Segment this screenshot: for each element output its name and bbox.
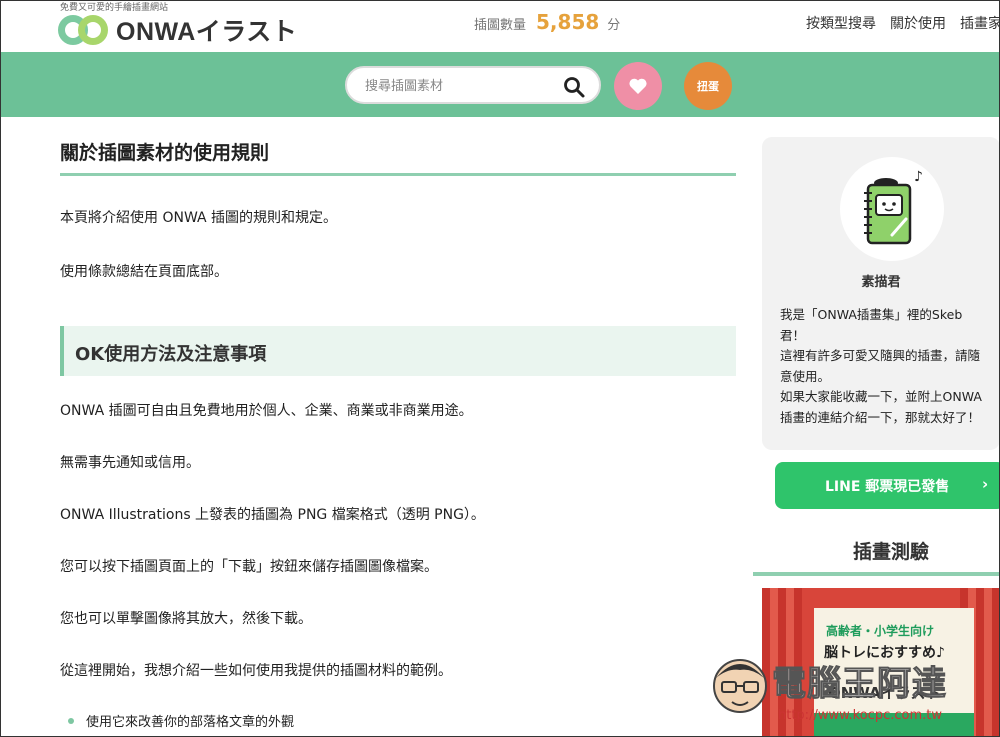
heart-icon [629, 78, 647, 94]
bio-line: 君！ [780, 327, 806, 343]
bullet-dot-icon [68, 718, 74, 724]
page-title: 關於插圖素材的使用規則 [60, 142, 270, 164]
bio-line: 我是「ONWA插畫集」裡的Skeb [780, 307, 963, 322]
body-paragraph: 您可以按下插圖頁面上的「下載」按鈕來儲存插圖圖像檔案。 [60, 559, 438, 575]
body-paragraph: 無需事先通知或信用。 [60, 455, 200, 471]
bio-line: 這裡有許多可愛又隨興的插畫，請隨 [780, 348, 981, 363]
search-icon[interactable] [562, 75, 586, 99]
svg-text:♪: ♪ [914, 169, 923, 185]
site-header: 免費又可愛的手繪插畫網站 ONWAイラスト 插圖數量 5,858 分 按類型搜尋… [0, 0, 1000, 52]
avatar: ♪ [840, 157, 944, 261]
search-bar-band: 扭蛋 [0, 52, 1000, 117]
section-heading: OK使用方法及注意事項 [60, 326, 736, 376]
logo-mark-icon [58, 13, 110, 47]
profile-name: 素描君 [861, 275, 901, 290]
body-paragraph: 您也可以單擊圖像將其放大，然後下載。 [60, 611, 312, 627]
logo-text: ONWAイラスト [116, 18, 298, 46]
title-divider [60, 173, 736, 176]
count-label: 插圖數量 [474, 18, 527, 33]
intro-paragraph: 使用條款總結在頁面底部。 [60, 264, 228, 280]
line-stickers-button[interactable]: LINE 郵票現已發售 › [775, 462, 1000, 509]
bullet-item: 使用它來改善你的部落格文章的外觀 [86, 715, 295, 730]
banner-tagline: 高齢者・小学生向け [826, 624, 935, 638]
nav-illustrator[interactable]: 插畫家 [960, 13, 1000, 33]
watermark-url: http://www.kocpc.com.tw [778, 708, 942, 723]
sketchbook-mascot-icon: ♪ [864, 169, 923, 245]
quiz-divider [753, 572, 1000, 576]
section-heading-text: OK使用方法及注意事項 [75, 344, 267, 365]
nav-search-by-type[interactable]: 按類型搜尋 [806, 13, 876, 33]
body-paragraph: ONWA Illustrations 上發表的插圖為 PNG 檔案格式（透明 P… [60, 507, 485, 523]
mascot-face-icon [713, 659, 767, 713]
quiz-section-title: 插畫測驗 [852, 541, 929, 563]
bio-line: 意使用。 [780, 368, 831, 384]
chevron-right-icon: › [982, 475, 989, 493]
profile-card: ♪ 素描君 我是「ONWA插畫集」裡的Skeb 君！ 這裡有許多可愛又隨興的插畫… [762, 137, 1000, 450]
nav-about-usage[interactable]: 關於使用 [890, 13, 946, 33]
intro-paragraph: 本頁將介紹使用 ONWA 插圖的規則和規定。 [60, 210, 338, 226]
search-box [345, 66, 601, 104]
site-logo[interactable]: ONWAイラスト [58, 12, 297, 48]
top-nav: 按類型搜尋 關於使用 插畫家 [806, 13, 1000, 33]
profile-bio: 我是「ONWA插畫集」裡的Skeb 君！ 這裡有許多可愛又隨興的插畫，請隨 意使… [780, 305, 1000, 428]
count-value: 5,858 [536, 10, 600, 34]
illustration-count: 插圖數量 5,858 分 [474, 10, 620, 34]
bio-line: 插畫的連結介紹一下，那就太好了！ [780, 409, 981, 425]
watermark-text: 電腦王阿達 [772, 664, 947, 705]
line-stickers-label: LINE 郵票現已發售 [825, 479, 950, 495]
body-paragraph: ONWA 插圖可自由且免費地用於個人、企業、商業或非商業用途。 [60, 403, 473, 419]
bio-line: 如果大家能收藏一下，並附上ONWA [780, 389, 982, 404]
favorites-button[interactable] [614, 62, 662, 110]
body-paragraph: 從這裡開始，我想介紹一些如何使用我提供的插圖材料的範例。 [60, 663, 452, 679]
search-input[interactable] [365, 76, 555, 96]
count-unit: 分 [607, 18, 621, 33]
watermark: 電腦王阿達 http://www.kocpc.com.tw [708, 650, 998, 737]
gacha-button[interactable]: 扭蛋 [684, 62, 732, 110]
